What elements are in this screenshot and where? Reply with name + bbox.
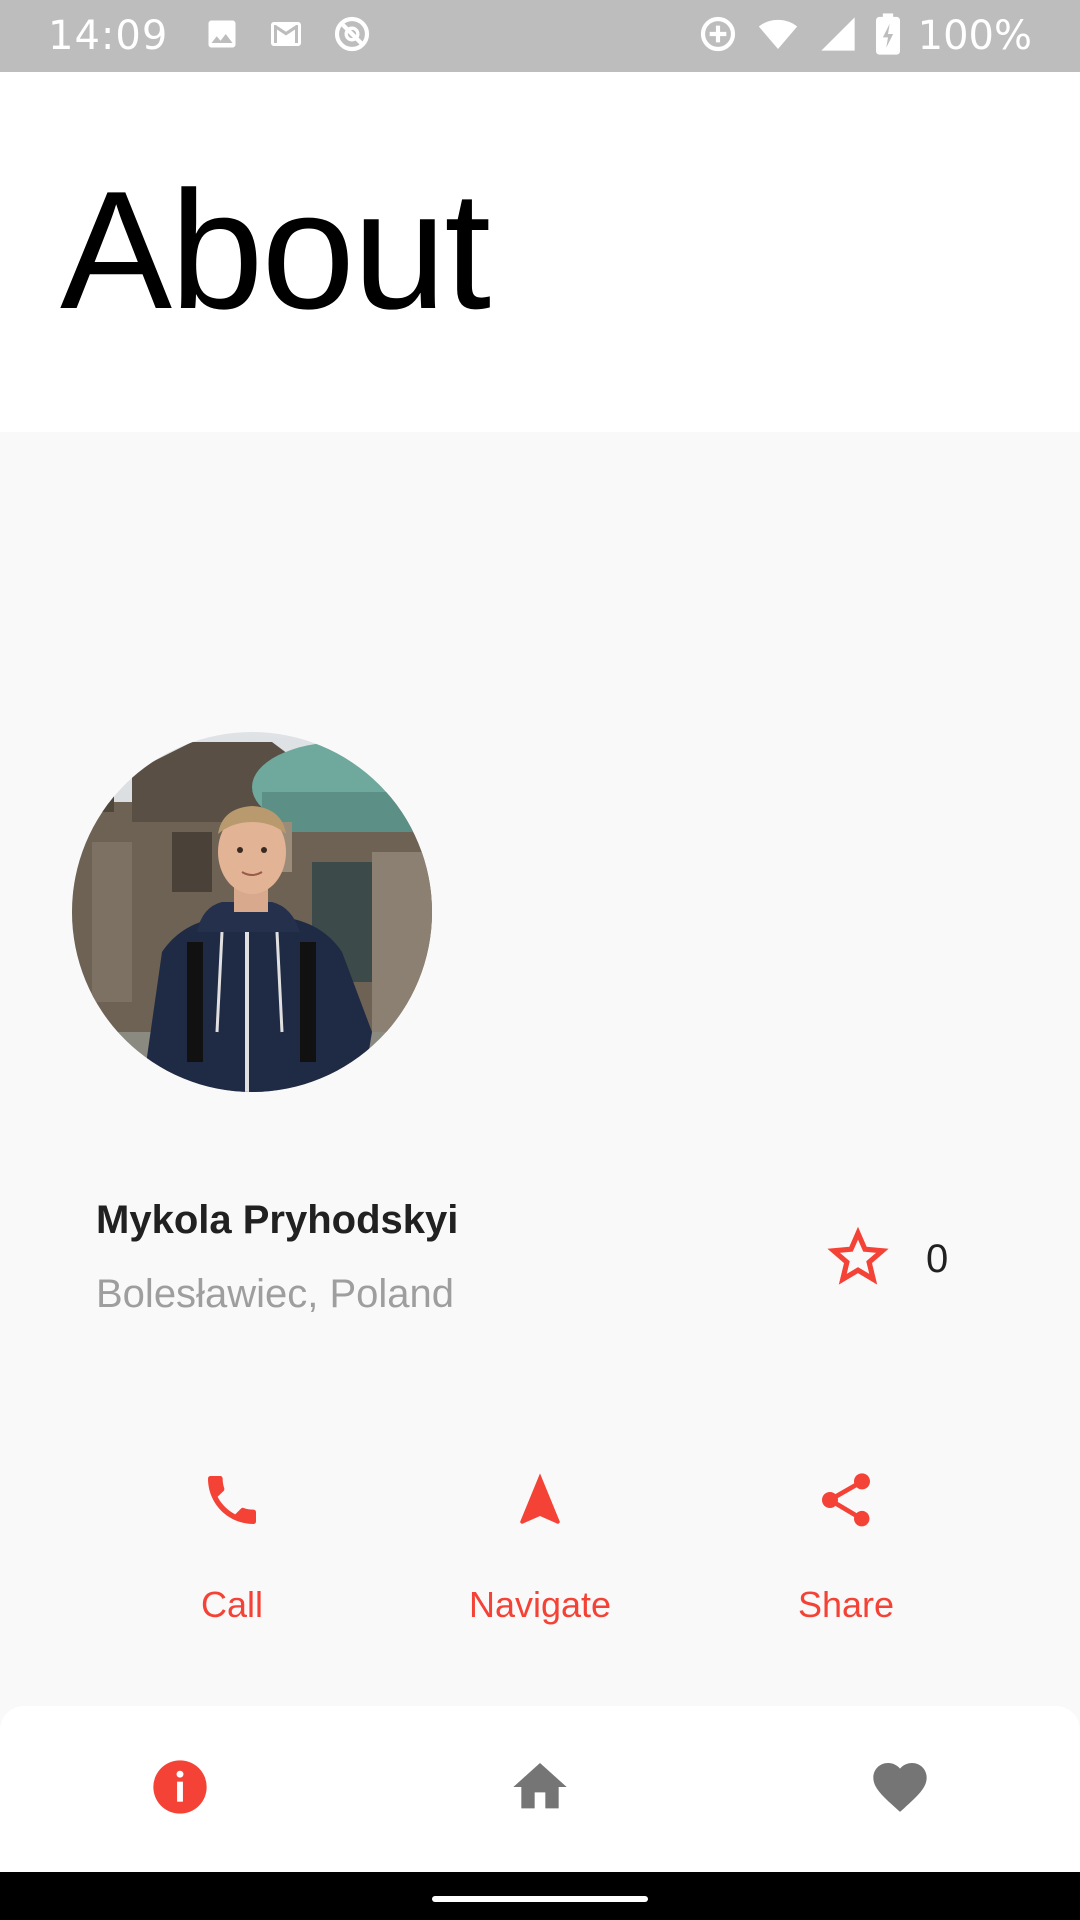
wifi-icon (756, 14, 800, 59)
avatar (72, 732, 432, 1092)
home-gesture-handle[interactable] (432, 1896, 648, 1902)
data-saver-icon (698, 14, 738, 59)
system-icons: 100% (698, 12, 1032, 60)
status-time: 14:09 (48, 13, 169, 59)
call-button[interactable]: Call (122, 1464, 342, 1644)
status-bar: 14:09 100% (0, 0, 1080, 72)
share-button[interactable]: Share (736, 1464, 956, 1644)
nav-item-favorites[interactable] (820, 1706, 980, 1872)
favorite-rating[interactable]: 0 (826, 1226, 948, 1293)
battery-charging-icon (875, 12, 900, 60)
phone-icon (196, 1464, 268, 1536)
system-navigation-bar (0, 1872, 1080, 1920)
navigate-button[interactable]: Navigate (430, 1464, 650, 1644)
profile-location: Bolesławiec, Poland (96, 1272, 454, 1316)
home-icon (506, 1755, 574, 1824)
bottom-navigation (0, 1706, 1080, 1872)
call-label: Call (200, 1584, 263, 1625)
nav-item-home[interactable] (460, 1706, 620, 1872)
battery-percentage: 100% (917, 13, 1032, 59)
image-icon (204, 16, 240, 57)
rating-count: 0 (926, 1237, 949, 1281)
gmail-icon (266, 16, 306, 57)
page-title: About (60, 156, 491, 344)
action-row: Call Navigate Share (0, 1464, 1080, 1644)
signal-icon (818, 14, 858, 59)
share-icon (810, 1464, 882, 1536)
star-outline-icon[interactable] (826, 1226, 890, 1293)
heart-icon (866, 1755, 934, 1824)
info-icon (148, 1755, 212, 1824)
share-label: Share (797, 1584, 895, 1625)
do-not-disturb-icon (332, 14, 372, 59)
notification-icons (204, 14, 372, 59)
navigation-arrow-icon (504, 1464, 576, 1536)
profile-name: Mykola Pryhodskyi (96, 1198, 459, 1242)
about-screen: 14:09 100% About Mykola Pryhodskyi Boles… (0, 0, 1080, 1920)
navigate-label: Navigate (468, 1584, 612, 1625)
nav-item-info[interactable] (100, 1706, 260, 1872)
